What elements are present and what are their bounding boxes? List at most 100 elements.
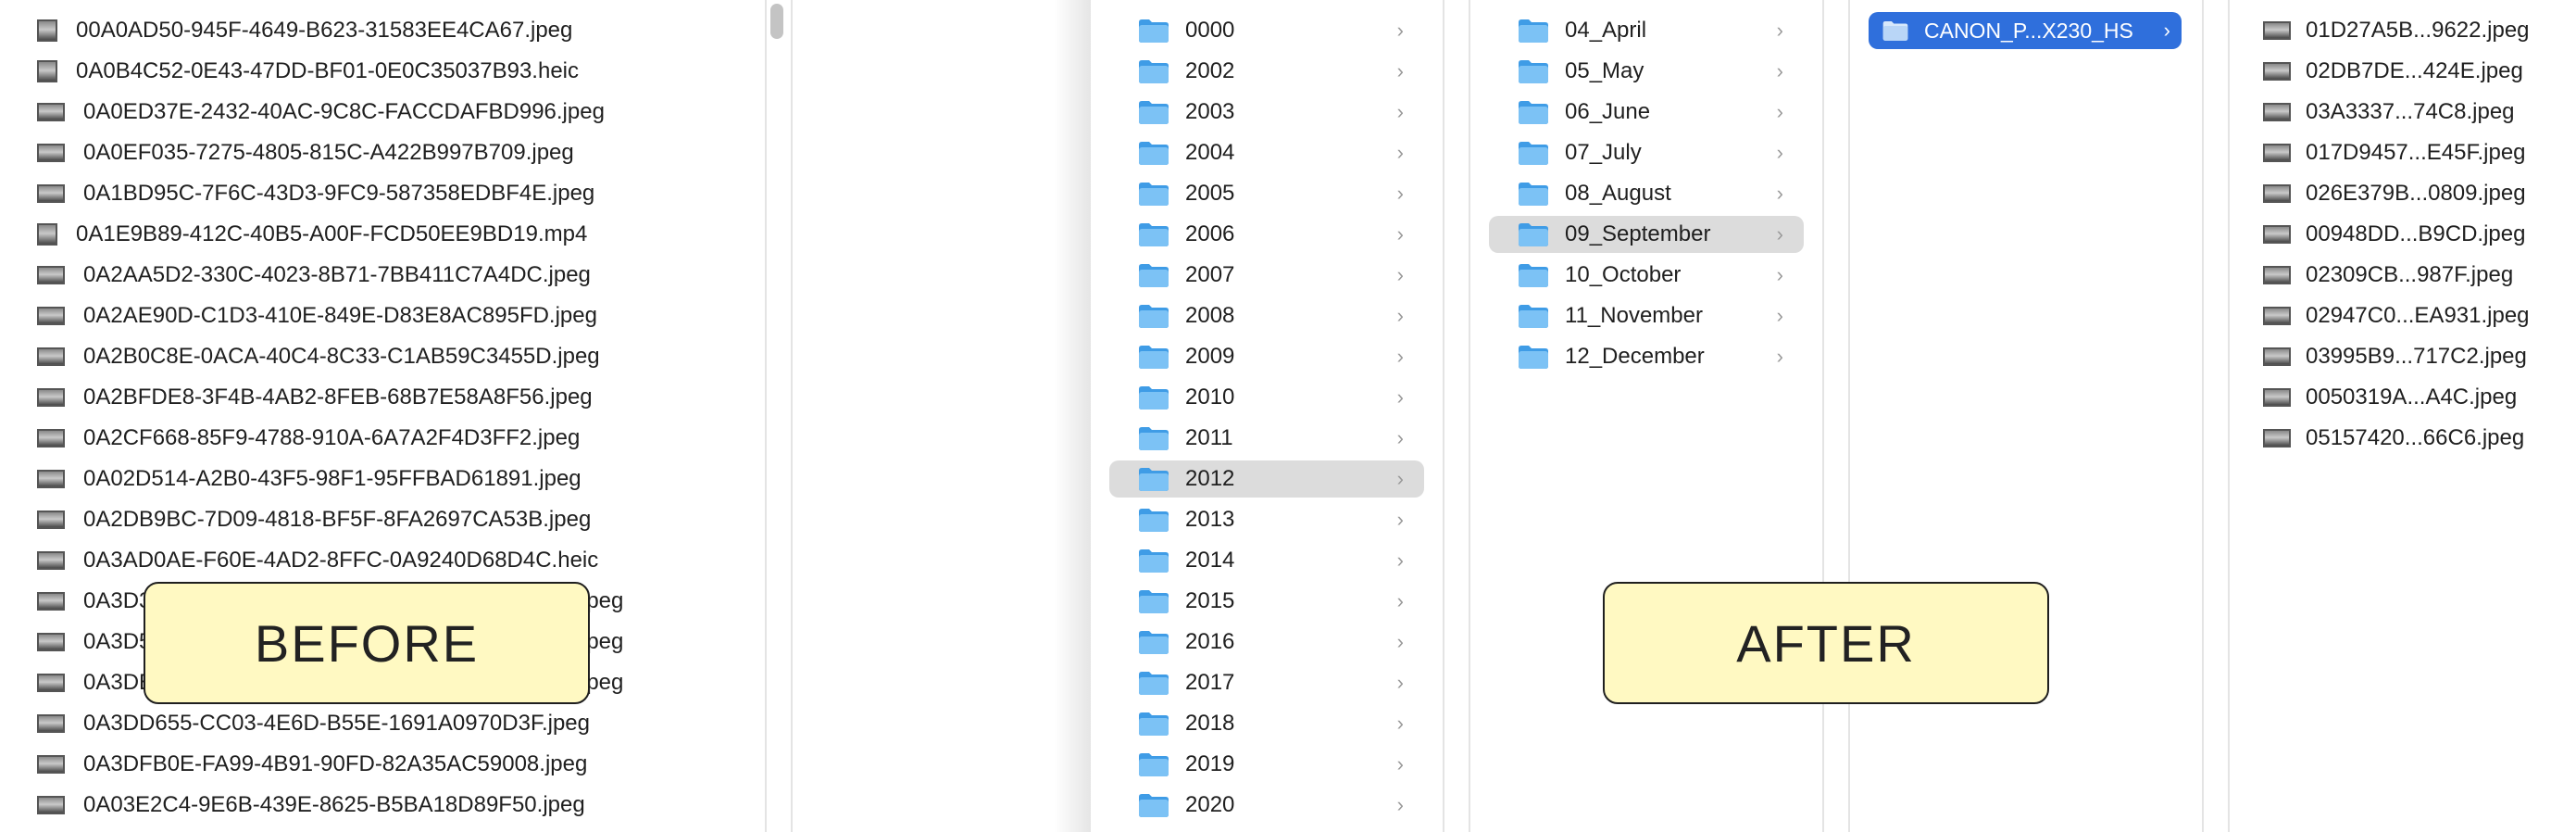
year-folder-item[interactable]: 2016 › bbox=[1109, 624, 1424, 661]
file-name: 0A3D3 bbox=[83, 588, 152, 613]
landscape-photo-thumbnail-icon bbox=[2263, 184, 2291, 203]
file-list-item[interactable]: 0050319A...A4C.jpeg bbox=[2263, 379, 2570, 416]
month-folder-item[interactable]: 04_April › bbox=[1489, 12, 1804, 49]
file-list-item[interactable]: 0A2CF668-85F9-4788-910A-6A7A2F4D3FF2.jpe… bbox=[37, 420, 748, 457]
year-folder-item[interactable]: 2015 › bbox=[1109, 583, 1424, 620]
month-folder-item[interactable]: 12_December › bbox=[1489, 338, 1804, 375]
landscape-photo-thumbnail-icon bbox=[37, 429, 65, 448]
folder-icon bbox=[1139, 753, 1169, 776]
folder-icon bbox=[1139, 631, 1169, 654]
file-list-item[interactable]: 00948DD...B9CD.jpeg bbox=[2263, 216, 2570, 253]
folder-icon bbox=[1519, 305, 1548, 328]
year-folder-item[interactable]: 2007 › bbox=[1109, 257, 1424, 294]
folder-name: 0000 bbox=[1185, 18, 1235, 43]
camera-folder-label: CANON_P...X230_HS bbox=[1924, 18, 2133, 43]
month-folder-item[interactable]: 10_October › bbox=[1489, 257, 1804, 294]
file-name: 0A3DD655-CC03-4E6D-B55E-1691A0970D3F.jpe… bbox=[83, 711, 590, 736]
video-thumbnail-icon bbox=[37, 223, 57, 246]
file-list-item[interactable]: 05157420...66C6.jpeg bbox=[2263, 420, 2570, 457]
file-list-item[interactable]: 0A02D514-A2B0-43F5-98F1-95FFBAD61891.jpe… bbox=[37, 460, 748, 498]
folder-name: 2007 bbox=[1185, 262, 1235, 287]
year-folder-item[interactable]: 2010 › bbox=[1109, 379, 1424, 416]
file-list-item[interactable]: 03995B9...717C2.jpeg bbox=[2263, 338, 2570, 375]
file-list-item[interactable]: 0A0EF035-7275-4805-815C-A422B997B709.jpe… bbox=[37, 134, 748, 171]
file-list-item[interactable]: 0A1E9B89-412C-40B5-A00F-FCD50EE9BD19.mp4 bbox=[37, 216, 748, 253]
folder-name: 11_November bbox=[1565, 303, 1703, 328]
landscape-photo-thumbnail-icon bbox=[2263, 429, 2291, 448]
month-folder-item[interactable]: 05_May › bbox=[1489, 53, 1804, 90]
year-folder-item[interactable]: 2012 › bbox=[1109, 460, 1424, 498]
file-list-item[interactable]: 0A1BD95C-7F6C-43D3-9FC9-587358EDBF4E.jpe… bbox=[37, 175, 748, 212]
file-list-item[interactable]: 0A2B0C8E-0ACA-40C4-8C33-C1AB59C3455D.jpe… bbox=[37, 338, 748, 375]
landscape-photo-thumbnail-icon bbox=[37, 592, 65, 611]
folder-icon bbox=[1139, 142, 1169, 165]
landscape-photo-thumbnail-icon bbox=[37, 633, 65, 651]
file-name: 02DB7DE...424E.jpeg bbox=[2306, 58, 2523, 83]
file-list-item[interactable]: 01D27A5B...9622.jpeg bbox=[2263, 12, 2570, 49]
column-divider bbox=[2202, 0, 2204, 832]
year-folder-item[interactable]: 2017 › bbox=[1109, 664, 1424, 701]
year-folder-item[interactable]: 2002 › bbox=[1109, 53, 1424, 90]
year-folder-item[interactable]: 2009 › bbox=[1109, 338, 1424, 375]
folder-icon bbox=[1139, 305, 1169, 328]
file-list-item[interactable]: 0A2AA5D2-330C-4023-8B71-7BB411C7A4DC.jpe… bbox=[37, 257, 748, 294]
file-list-item[interactable]: 0A2BFDE8-3F4B-4AB2-8FEB-68B7E58A8F56.jpe… bbox=[37, 379, 748, 416]
column-divider bbox=[1443, 0, 1444, 832]
folder-icon bbox=[1519, 183, 1548, 206]
file-list-item[interactable]: 0A3DD655-CC03-4E6D-B55E-1691A0970D3F.jpe… bbox=[37, 705, 748, 742]
chevron-right-icon: › bbox=[1776, 182, 1783, 205]
year-folder-item[interactable]: 2013 › bbox=[1109, 501, 1424, 538]
chevron-right-icon: › bbox=[1396, 222, 1404, 246]
file-list-item[interactable]: 0A2DB9BC-7D09-4818-BF5F-8FA2697CA53B.jpe… bbox=[37, 501, 748, 538]
year-folder-item[interactable]: 2003 › bbox=[1109, 94, 1424, 131]
file-name: 0A2DB9BC-7D09-4818-BF5F-8FA2697CA53B.jpe… bbox=[83, 507, 592, 532]
file-list-item[interactable]: 02DB7DE...424E.jpeg bbox=[2263, 53, 2570, 90]
chevron-right-icon: › bbox=[1396, 793, 1404, 816]
panel-shadow bbox=[1054, 0, 1091, 832]
file-name: 0050319A...A4C.jpeg bbox=[2306, 384, 2518, 410]
chevron-right-icon: › bbox=[1776, 59, 1783, 82]
folder-name: 2004 bbox=[1185, 140, 1235, 165]
month-folder-item[interactable]: 06_June › bbox=[1489, 94, 1804, 131]
file-list-item[interactable]: 02309CB...987F.jpeg bbox=[2263, 257, 2570, 294]
after-file-list-column: 01D27A5B...9622.jpeg 02DB7DE...424E.jpeg 0… bbox=[2230, 0, 2576, 832]
file-list-item[interactable]: 026E379B...0809.jpeg bbox=[2263, 175, 2570, 212]
folder-name: 07_July bbox=[1565, 140, 1642, 165]
file-list-item[interactable]: 017D9457...E45F.jpeg bbox=[2263, 134, 2570, 171]
file-list-item[interactable]: 0A3AD0AE-F60E-4AD2-8FFC-0A9240D68D4C.hei… bbox=[37, 542, 748, 579]
file-list-item[interactable]: 0A0B4C52-0E43-47DD-BF01-0E0C35037B93.hei… bbox=[37, 53, 748, 90]
file-name: 0A2B0C8E-0ACA-40C4-8C33-C1AB59C3455D.jpe… bbox=[83, 344, 600, 369]
file-list-item[interactable]: 03A3337...74C8.jpeg bbox=[2263, 94, 2570, 131]
file-list-item[interactable]: 0A2AE90D-C1D3-410E-849E-D83E8AC895FD.jpe… bbox=[37, 297, 748, 334]
folder-icon bbox=[1139, 509, 1169, 532]
year-folder-item[interactable]: 2006 › bbox=[1109, 216, 1424, 253]
year-folder-item[interactable]: 2005 › bbox=[1109, 175, 1424, 212]
year-folder-item[interactable]: 2019 › bbox=[1109, 746, 1424, 783]
camera-folder-item[interactable]: CANON_P...X230_HS › bbox=[1869, 12, 2182, 49]
portrait-photo-thumbnail-icon bbox=[37, 60, 57, 82]
folder-name: 2017 bbox=[1185, 670, 1235, 695]
month-folder-item[interactable]: 11_November › bbox=[1489, 297, 1804, 334]
file-list-item[interactable]: 0A3DFB0E-FA99-4B91-90FD-82A35AC59008.jpe… bbox=[37, 746, 748, 783]
portrait-photo-thumbnail-icon bbox=[37, 19, 57, 42]
chevron-right-icon: › bbox=[1396, 263, 1404, 286]
before-scrollbar[interactable] bbox=[770, 4, 783, 39]
file-name: 0A1E9B89-412C-40B5-A00F-FCD50EE9BD19.mp4 bbox=[76, 221, 588, 246]
month-folder-item[interactable]: 07_July › bbox=[1489, 134, 1804, 171]
month-folder-item[interactable]: 08_August › bbox=[1489, 175, 1804, 212]
file-name: 0A2CF668-85F9-4788-910A-6A7A2F4D3FF2.jpe… bbox=[83, 425, 581, 450]
year-folder-item[interactable]: 2018 › bbox=[1109, 705, 1424, 742]
file-list-item[interactable]: 0A03E2C4-9E6B-439E-8625-B5BA18D89F50.jpe… bbox=[37, 787, 748, 824]
year-folder-item[interactable]: 2008 › bbox=[1109, 297, 1424, 334]
file-name: 0A02D514-A2B0-43F5-98F1-95FFBAD61891.jpe… bbox=[83, 466, 581, 491]
year-folder-item[interactable]: 0000 › bbox=[1109, 12, 1424, 49]
year-folder-item[interactable]: 2014 › bbox=[1109, 542, 1424, 579]
month-folder-item[interactable]: 09_September › bbox=[1489, 216, 1804, 253]
file-list-item[interactable]: 0A0ED37E-2432-40AC-9C8C-FACCDAFBD996.jpe… bbox=[37, 94, 748, 131]
year-folder-item[interactable]: 2011 › bbox=[1109, 420, 1424, 457]
year-folder-item[interactable]: 2020 › bbox=[1109, 787, 1424, 824]
file-list-item[interactable]: 02947C0...EA931.jpeg bbox=[2263, 297, 2570, 334]
year-folder-item[interactable]: 2004 › bbox=[1109, 134, 1424, 171]
folder-icon bbox=[1519, 223, 1548, 246]
file-list-item[interactable]: 00A0AD50-945F-4649-B623-31583EE4CA67.jpe… bbox=[37, 12, 748, 49]
